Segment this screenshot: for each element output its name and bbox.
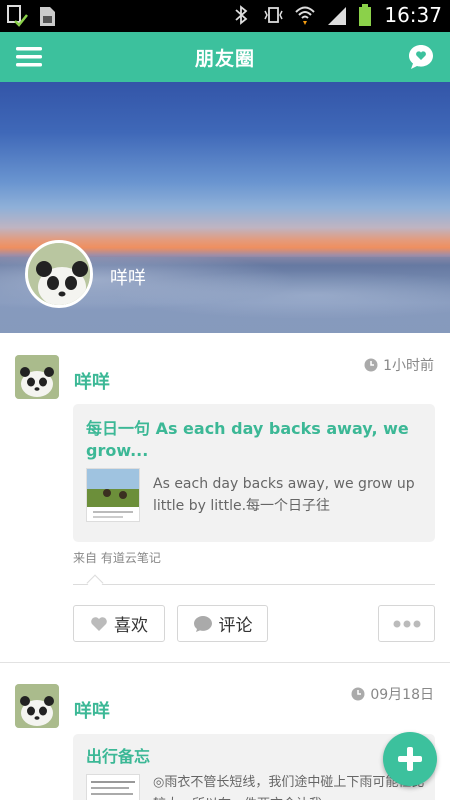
menu-icon[interactable]	[14, 44, 44, 70]
card-excerpt: As each day backs away, we grow up littl…	[153, 476, 415, 514]
card-thumbnail	[86, 774, 140, 800]
feed-post: 咩咩 09月18日 出行备忘 ◎雨衣不管长短线，我们途中碰上下雨可能性比较大，所…	[0, 664, 450, 800]
post-source: 来自 有道云笔记	[73, 551, 161, 565]
comment-button[interactable]: 评论	[177, 605, 268, 642]
cover-image: 咩咩	[0, 82, 450, 333]
author-name[interactable]: 咩咩	[74, 697, 110, 723]
more-button[interactable]	[378, 605, 435, 642]
like-button-label: 喜欢	[114, 616, 148, 636]
comment-bubble-icon	[193, 615, 212, 632]
shared-note-card[interactable]: 每日一句 As each day backs away, we grow... …	[73, 404, 435, 542]
post-time: 09月18日	[351, 684, 434, 704]
plus-icon	[398, 747, 422, 771]
add-post-button[interactable]	[383, 732, 437, 786]
like-button[interactable]: 喜欢	[73, 605, 165, 642]
chat-bubble-icon[interactable]	[406, 43, 436, 71]
cover-user-name: 咩咩	[110, 268, 146, 289]
clock-icon	[351, 687, 365, 701]
card-title: 出行备忘	[86, 747, 151, 766]
avatar[interactable]	[15, 355, 59, 399]
post-time-text: 1小时前	[383, 358, 434, 374]
clock-icon	[364, 358, 378, 372]
shared-note-card[interactable]: 出行备忘 ◎雨衣不管长短线，我们途中碰上下雨可能性比较大，所以在一件两衣会让我	[73, 734, 435, 800]
panda-avatar-icon	[15, 684, 59, 728]
divider	[73, 584, 435, 585]
bluetooth-icon	[235, 5, 248, 25]
clock-time: 16:37	[384, 3, 442, 27]
avatar[interactable]	[15, 684, 59, 728]
document-check-icon	[7, 5, 28, 27]
signal-icon	[328, 7, 347, 25]
heart-icon	[91, 616, 107, 631]
comment-button-label: 评论	[218, 616, 253, 636]
card-title: 每日一句 As each day backs away, we grow...	[86, 419, 409, 460]
card-thumbnail	[86, 468, 140, 522]
divider-notch	[86, 574, 104, 592]
landscape-thumbnail-icon	[87, 469, 139, 521]
post-time: 1小时前	[364, 355, 434, 375]
status-bar: 16:37	[0, 0, 450, 32]
vibrate-icon	[264, 7, 284, 23]
wifi-icon	[295, 6, 316, 25]
panda-avatar-icon	[15, 355, 59, 399]
battery-icon	[359, 4, 372, 26]
post-time-text: 09月18日	[370, 687, 434, 703]
feed-post: 咩咩 1小时前 每日一句 As each day backs away, we …	[0, 333, 450, 663]
card-excerpt: ◎雨衣不管长短线，我们途中碰上下雨可能性比较大，所以在一件两衣会让我	[153, 775, 424, 800]
author-name[interactable]: 咩咩	[74, 368, 110, 394]
more-dots-icon	[393, 620, 420, 627]
cover-avatar[interactable]	[25, 240, 93, 308]
page-title: 朋友圈	[194, 47, 255, 70]
sd-card-icon	[40, 7, 55, 26]
document-thumbnail-icon	[87, 775, 139, 800]
app-header: 朋友圈	[0, 32, 450, 82]
